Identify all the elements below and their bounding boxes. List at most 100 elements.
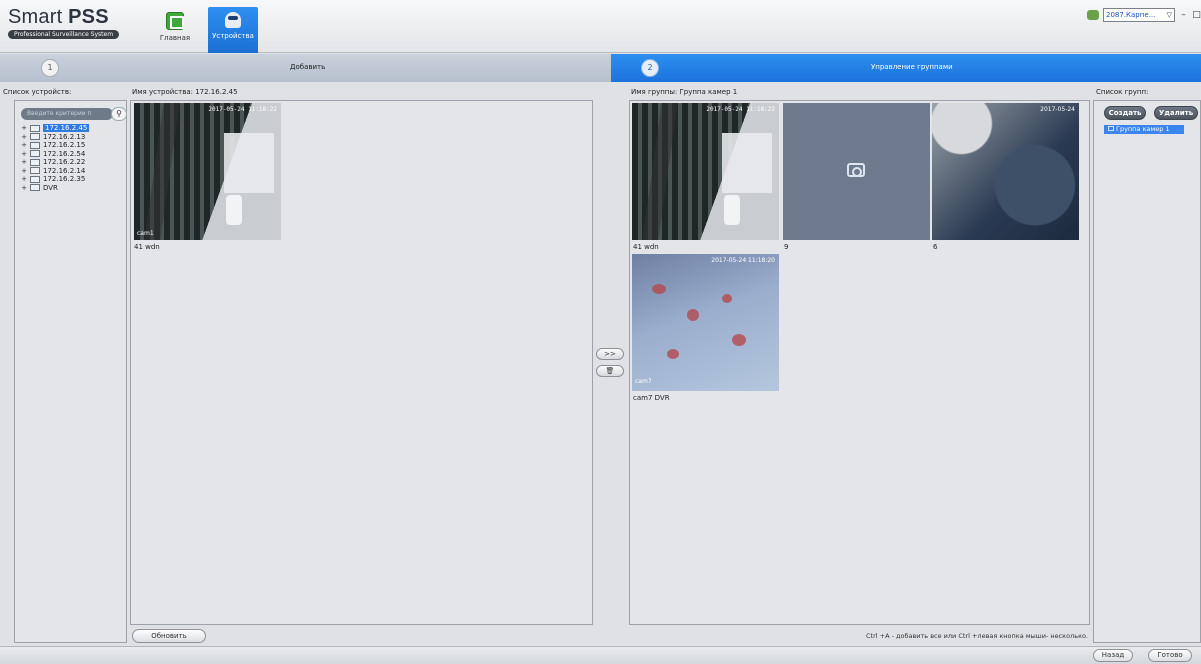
app-logo: Smart PSS Professional Surveillance Syst… xyxy=(8,6,120,39)
add-to-group-button[interactable]: >> xyxy=(596,348,624,360)
scene-light xyxy=(667,349,679,359)
scene-building xyxy=(722,133,772,193)
device-icon xyxy=(30,167,40,175)
back-button[interactable]: Назад xyxy=(1093,649,1133,662)
expand-icon[interactable]: + xyxy=(21,176,27,183)
group-list-label: Список групп: xyxy=(1096,88,1149,96)
device-tree-panel: Введите критерии п ⚲ +172.16.2.45 +172.1… xyxy=(14,100,127,643)
group-channel-thumbnail[interactable]: 2017-05-24 11:18:20 cam7 xyxy=(632,254,779,391)
device-icon xyxy=(30,175,40,183)
logo-title-light: Smart xyxy=(8,6,69,28)
maximize-button[interactable]: □ xyxy=(1192,10,1201,20)
device-icon xyxy=(30,124,40,132)
device-icon xyxy=(30,150,40,158)
user-name: 2087.Карпе... xyxy=(1106,11,1156,19)
tree-item[interactable]: +172.16.2.13 xyxy=(21,133,89,142)
logo-title-bold: PSS xyxy=(68,6,109,28)
osd-timestamp: 2017-05-24 11:18:22 xyxy=(706,106,775,113)
step-add-bar: 1 Добавить xyxy=(0,54,611,82)
tree-item[interactable]: +172.16.2.22 xyxy=(21,158,89,167)
tree-item-label: 172.16.2.35 xyxy=(43,175,86,184)
group-list-item[interactable]: Группа камер 1 xyxy=(1104,125,1184,134)
tree-item[interactable]: +172.16.2.15 xyxy=(21,141,89,150)
tree-item-label: 172.16.2.54 xyxy=(43,149,86,158)
home-icon xyxy=(166,12,184,30)
group-icon xyxy=(1108,126,1114,131)
tree-item-label: DVR xyxy=(43,183,58,192)
group-channel-thumbnail[interactable]: 2017-05-24 xyxy=(932,103,1079,240)
step-groups-title: Управление группами xyxy=(871,63,953,71)
expand-icon[interactable]: + xyxy=(21,159,27,166)
tree-item[interactable]: +172.16.2.14 xyxy=(21,167,89,176)
user-dropdown[interactable]: 2087.Карпе... ▽ xyxy=(1103,8,1175,22)
expand-icon[interactable]: + xyxy=(21,150,27,157)
group-channels-panel: 2017-05-24 11:18:22 41 wdn 9 2017-05-24 … xyxy=(629,100,1090,625)
trash-icon: 🗑 xyxy=(605,367,615,375)
expand-icon[interactable]: + xyxy=(21,125,27,132)
device-icon xyxy=(30,141,40,149)
create-group-button[interactable]: Создать xyxy=(1104,106,1146,120)
nav-devices-label: Устройства xyxy=(212,32,254,40)
refresh-picture-button[interactable]: Обновить картинку xyxy=(132,629,206,652)
device-icon xyxy=(30,184,40,192)
osd-timestamp: 2017-05-24 11:18:22 xyxy=(208,106,277,113)
scene-rail xyxy=(144,103,180,240)
step-add-title: Добавить xyxy=(290,63,326,71)
camera-icon xyxy=(847,163,865,177)
nav-home-button[interactable]: Главная xyxy=(148,7,202,53)
expand-icon[interactable]: + xyxy=(21,142,27,149)
scene-light xyxy=(722,294,732,303)
group-item-label: Группа камер 1 xyxy=(1116,125,1170,133)
logo-title: Smart PSS xyxy=(8,6,119,29)
selection-hint: Ctrl +A - добавить все или Ctrl +левая к… xyxy=(866,632,1089,640)
tree-item-label: 172.16.2.13 xyxy=(43,132,86,141)
tree-item-label: 172.16.2.22 xyxy=(43,158,86,167)
device-list-label: Список устройств: xyxy=(3,88,72,96)
group-channel-caption: 41 wdn xyxy=(633,243,659,251)
group-name-label: Имя группы: Группа камер 1 xyxy=(631,88,738,96)
osd-timestamp: 2017-05-24 xyxy=(1040,106,1075,113)
tree-item[interactable]: +172.16.2.35 xyxy=(21,175,89,184)
scene-light xyxy=(687,309,699,321)
scene-light xyxy=(652,284,666,294)
device-name-label: Имя устройства: 172.16.2.45 xyxy=(132,88,238,96)
devices-icon xyxy=(225,12,241,28)
title-bar: Smart PSS Professional Surveillance Syst… xyxy=(0,0,1201,53)
step-1-badge: 1 xyxy=(41,59,59,77)
device-channels-panel: 2017-05-24 11:18:22 cam1 41 wdn xyxy=(130,100,593,625)
tree-item[interactable]: + DVR xyxy=(21,184,89,193)
scene-car xyxy=(226,195,242,225)
nav-home-label: Главная xyxy=(159,34,191,42)
osd-timestamp: 2017-05-24 11:18:20 xyxy=(711,257,775,264)
device-icon xyxy=(30,133,40,141)
minimize-button[interactable]: – xyxy=(1179,10,1188,20)
search-input[interactable]: Введите критерии п xyxy=(21,108,113,120)
tree-item[interactable]: +172.16.2.54 xyxy=(21,150,89,159)
device-tree: +172.16.2.45 +172.16.2.13 +172.16.2.15 +… xyxy=(21,124,90,193)
scene-car xyxy=(724,195,740,225)
group-channel-thumbnail[interactable] xyxy=(783,103,930,240)
window-controls: 2087.Карпе... ▽ – □ xyxy=(1087,8,1201,22)
osd-channel: cam7 xyxy=(635,378,652,385)
scene-light xyxy=(732,334,746,346)
tree-item[interactable]: +172.16.2.45 xyxy=(21,124,90,133)
expand-icon[interactable]: + xyxy=(21,133,27,140)
tree-item-label: 172.16.2.45 xyxy=(43,124,90,133)
search-icon[interactable]: ⚲ xyxy=(111,107,127,121)
step-2-badge: 2 xyxy=(641,59,659,77)
group-channel-thumbnail[interactable]: 2017-05-24 11:18:22 xyxy=(632,103,779,240)
network-icon xyxy=(1087,10,1099,20)
remove-from-group-button[interactable]: 🗑 xyxy=(596,365,624,377)
expand-icon[interactable]: + xyxy=(21,184,27,191)
logo-subtitle: Professional Surveillance System xyxy=(8,30,120,39)
expand-icon[interactable]: + xyxy=(21,167,27,174)
delete-group-button[interactable]: Удалить xyxy=(1154,106,1198,120)
scene-building xyxy=(224,133,274,193)
step-groups-bar: 2 Управление группами xyxy=(611,54,1201,82)
channel-thumbnail[interactable]: 2017-05-24 11:18:22 cam1 xyxy=(134,103,281,240)
device-icon xyxy=(30,158,40,166)
osd-channel: cam1 xyxy=(137,230,154,237)
done-button[interactable]: Готово xyxy=(1148,649,1192,662)
nav-devices-button[interactable]: Устройства xyxy=(208,7,258,53)
scene-rail xyxy=(642,103,678,240)
